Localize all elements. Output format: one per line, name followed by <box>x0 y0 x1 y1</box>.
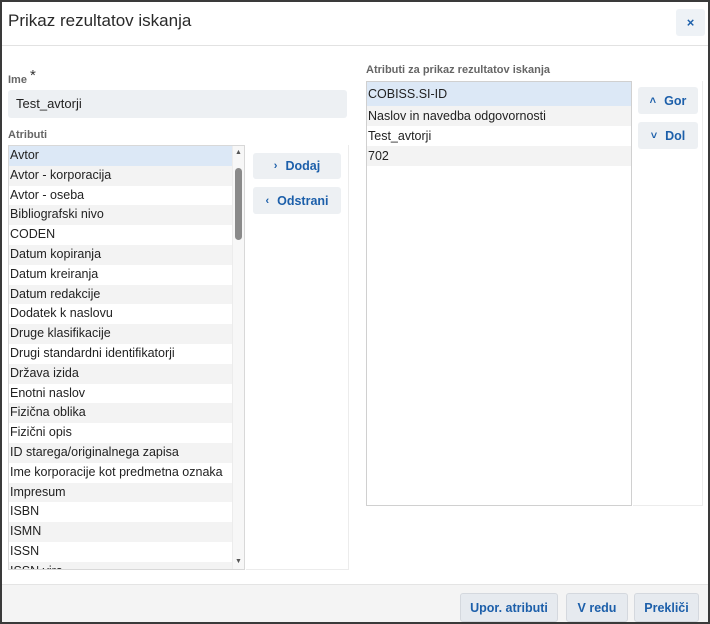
attribute-list-item[interactable]: Avtor <box>9 146 233 166</box>
chevron-down-icon: ˅ <box>650 129 658 142</box>
attribute-list-item[interactable]: CODEN <box>9 225 233 245</box>
selected-attribute-item[interactable]: Test_avtorji <box>367 126 631 146</box>
attribute-list-item[interactable]: Fizični opis <box>9 423 233 443</box>
move-up-button[interactable]: ˄ Gor <box>638 87 698 114</box>
selected-attribute-item[interactable]: 702 <box>367 146 631 166</box>
attribute-list-item[interactable]: Avtor - oseba <box>9 186 233 206</box>
required-mark: * <box>29 67 36 84</box>
user-attributes-button[interactable]: Upor. atributi <box>460 593 558 622</box>
move-down-label: Dol <box>665 128 686 143</box>
attribute-list-item[interactable]: Dodatek k naslovu <box>9 304 233 324</box>
attributes-scrollbar[interactable]: ▲ ▼ <box>232 146 244 569</box>
attribute-list-item[interactable]: Drugi standardni identifikatorji <box>9 344 233 364</box>
chevron-up-icon: ˄ <box>649 94 657 107</box>
remove-button-label: Odstrani <box>277 193 329 208</box>
ordering-buttons-panel: ˄ Gor ˅ Dol <box>633 81 703 506</box>
attribute-list-item[interactable]: Enotni naslov <box>9 384 233 404</box>
available-attributes-rows: Avtor Avtor - korporacija Avtor - oseba Bib… <box>9 146 244 569</box>
chevron-left-icon: ‹ <box>265 194 270 207</box>
selected-attribute-item[interactable]: COBISS.SI-ID <box>367 82 631 106</box>
attribute-list-item[interactable]: Bibliografski nivo <box>9 205 233 226</box>
attribute-list-item[interactable]: Datum kopiranja <box>9 244 233 265</box>
scroll-thumb[interactable] <box>235 168 242 240</box>
search-results-display-dialog: Prikaz rezultatov iskanja × Ime * Test_av… <box>0 0 710 624</box>
attribute-list-item[interactable]: ISSN <box>9 542 233 562</box>
dialog-footer: Upor. atributi V redu Prekliči <box>2 584 708 622</box>
attribute-list-item[interactable]: Avtor - korporacija <box>9 165 233 186</box>
scroll-down-arrow-icon[interactable]: ▼ <box>233 557 244 567</box>
attribute-list-item[interactable]: Država izida <box>9 363 233 384</box>
attribute-list-item[interactable]: Ime korporacije kot predmetna oznaka <box>9 463 233 483</box>
chevron-right-icon: › <box>273 160 278 172</box>
attribute-list-item[interactable]: Datum redakcije <box>9 284 233 305</box>
attribute-list-item[interactable]: Datum kreiranja <box>9 265 233 285</box>
scroll-up-arrow-icon[interactable]: ▲ <box>233 148 244 158</box>
close-icon: × <box>686 15 695 30</box>
name-input[interactable]: Test_avtorji <box>8 90 347 118</box>
ok-button[interactable]: V redu <box>566 593 628 622</box>
attribute-list-item[interactable]: ISSN vira <box>9 561 233 569</box>
add-button-label: Dodaj <box>285 159 321 173</box>
attribute-list-item[interactable]: ISBN <box>9 502 233 522</box>
add-button[interactable]: › Dodaj <box>253 153 341 179</box>
attribute-list-item[interactable]: ISMN <box>9 522 233 542</box>
selected-attribute-item[interactable]: Naslov in navedba odgovornosti <box>367 106 631 126</box>
selected-attributes-list[interactable]: COBISS.SI-ID Naslov in navedba odgovornos… <box>366 81 632 506</box>
dialog-header: Prikaz rezultatov iskanja × <box>2 2 708 46</box>
attribute-list-item[interactable]: Fizična oblika <box>9 403 233 424</box>
name-label-group: Ime * <box>8 67 36 87</box>
selected-attributes-rows: COBISS.SI-ID Naslov in navedba odgovornos… <box>367 82 631 166</box>
attribute-list-item[interactable]: Impresum <box>9 482 233 503</box>
available-attributes-list[interactable]: Avtor Avtor - korporacija Avtor - oseba Bib… <box>8 145 245 570</box>
remove-button[interactable]: ‹ Odstrani <box>253 187 341 214</box>
transfer-buttons-panel: › Dodaj ‹ Odstrani <box>246 145 349 570</box>
move-down-button[interactable]: ˅ Dol <box>638 122 698 149</box>
results-attributes-label: Atributi za prikaz rezultatov iskanja <box>366 64 550 76</box>
close-button[interactable]: × <box>676 9 705 36</box>
attributes-label: Atributi <box>8 129 48 141</box>
cancel-button[interactable]: Prekliči <box>634 593 699 622</box>
move-up-label: Gor <box>664 93 687 108</box>
attribute-list-item[interactable]: Druge klasifikacije <box>9 324 233 344</box>
name-label: Ime <box>8 74 27 86</box>
dialog-title: Prikaz rezultatov iskanja <box>8 11 192 30</box>
attribute-list-item[interactable]: ID starega/originalnega zapisa <box>9 442 233 463</box>
